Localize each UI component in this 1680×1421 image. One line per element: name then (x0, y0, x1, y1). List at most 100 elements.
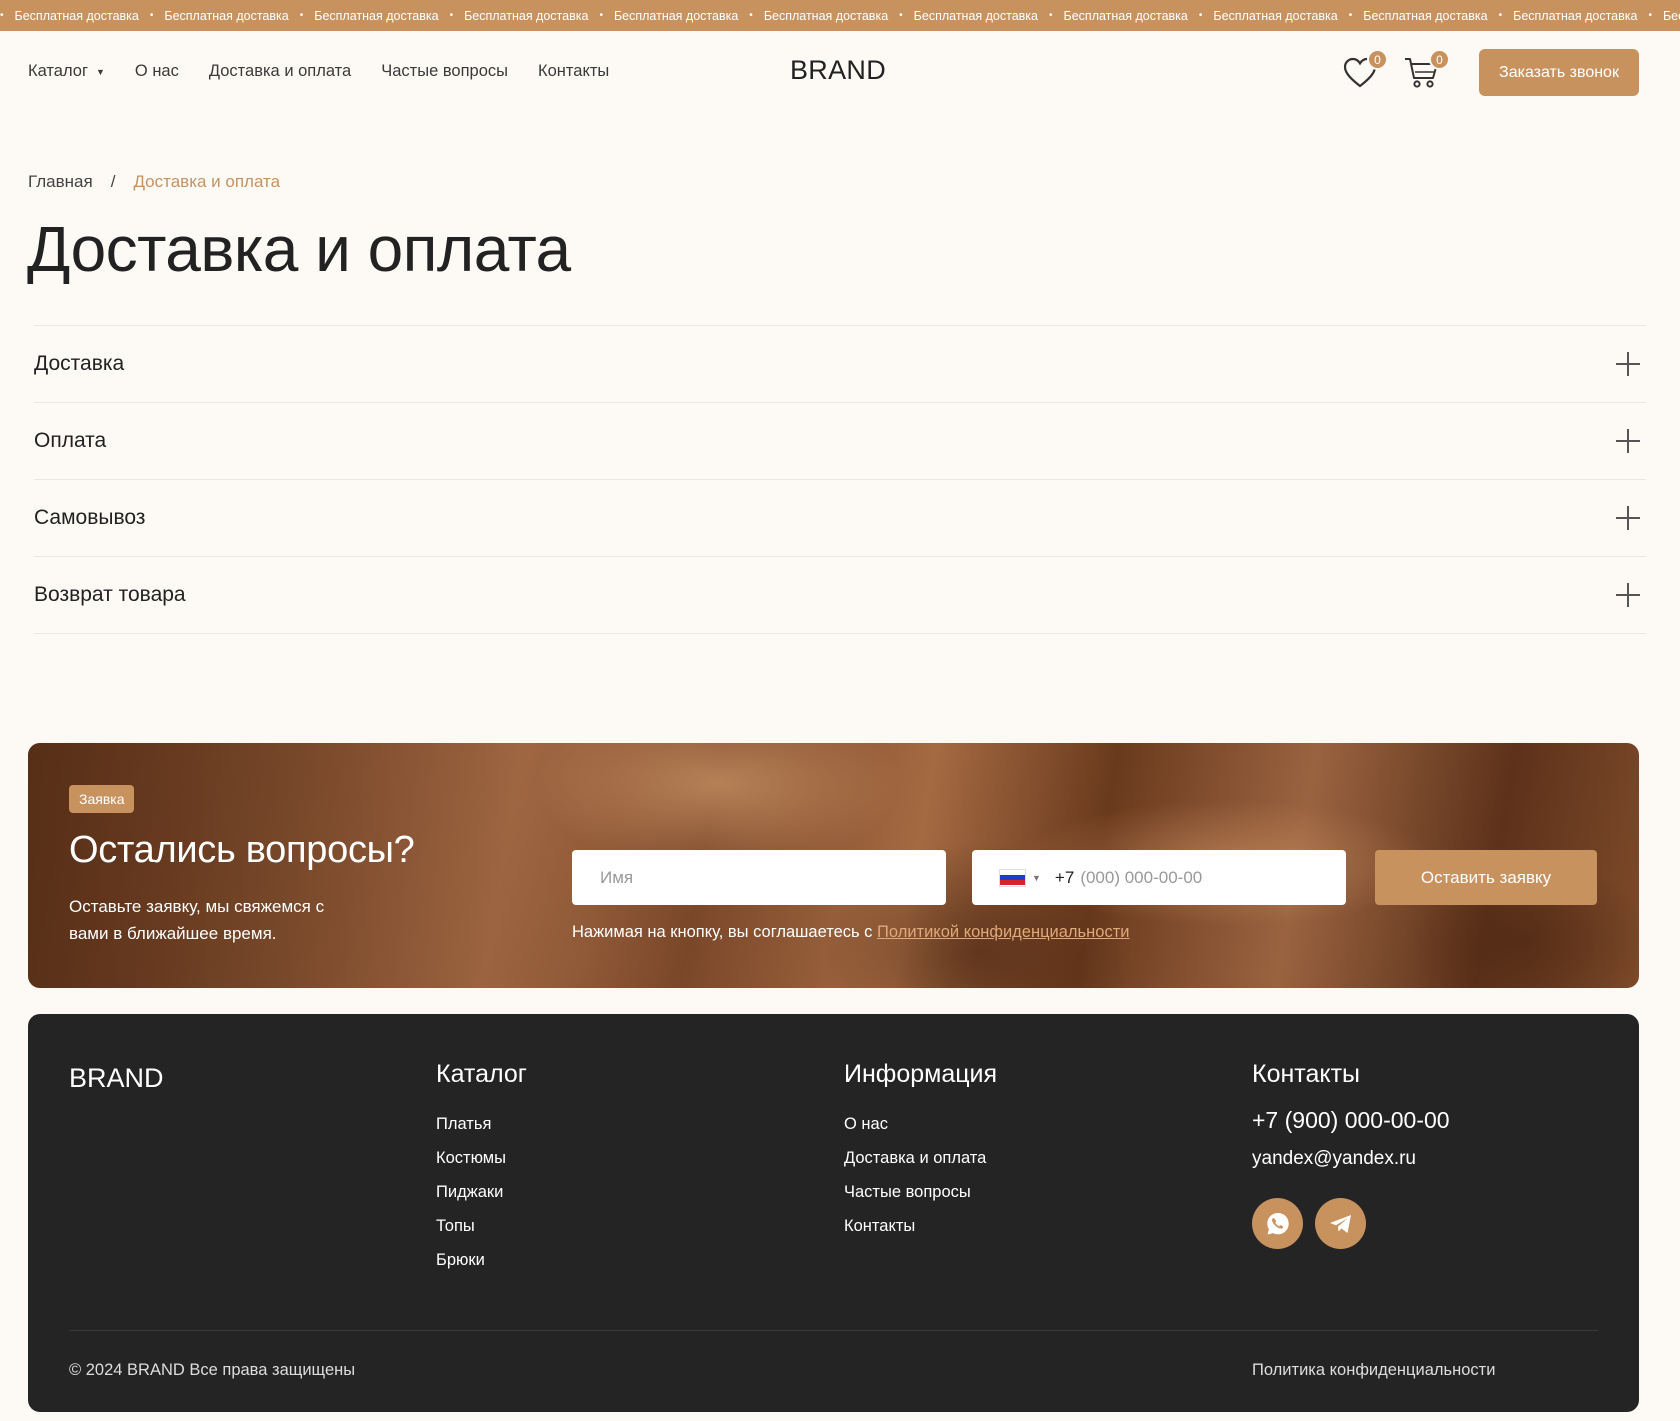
plus-icon[interactable] (1616, 352, 1640, 376)
site-footer: BRAND Каталог Платья Костюмы Пиджаки Топ… (28, 1014, 1639, 1412)
request-description: Оставьте заявку, мы свяжемся с вами в бл… (69, 897, 325, 943)
request-badge: Заявка (69, 785, 135, 813)
footer-info-title: Информация (844, 1060, 998, 1088)
request-banner: Заявка Остались вопросы? Оставьте заявку… (28, 743, 1639, 988)
accordion-item-payment[interactable]: Оплата (34, 403, 1646, 480)
order-call-button[interactable]: Заказать звонок (1479, 49, 1639, 96)
nav-faq[interactable]: Частые вопросы (381, 62, 508, 81)
consent-label: Нажимая на кнопку, вы соглашаетесь с (572, 923, 878, 941)
promo-ticker: • Бесплатная доставка • Бесплатная доставка… (0, 0, 1680, 31)
breadcrumb-separator: / (110, 172, 116, 191)
ticker-item: Бесплатная доставка (464, 8, 589, 23)
whatsapp-icon (1266, 1212, 1289, 1234)
footer-logo[interactable]: BRAND (69, 1063, 164, 1094)
footer-link-delivery[interactable]: Доставка и оплата (844, 1141, 997, 1175)
footer-link-contacts[interactable]: Контакты (844, 1209, 997, 1243)
ticker-separator: • (1348, 10, 1353, 21)
privacy-policy-link[interactable]: Политикой конфиденциальности (877, 923, 1129, 941)
ticker-separator: • (449, 10, 454, 21)
faq-accordion: Доставка Оплата Самовывоз Возврат товара (34, 325, 1646, 634)
footer-phone[interactable]: +7 (900) 000-00-00 (1252, 1107, 1450, 1134)
footer-catalog: Каталог Платья Костюмы Пиджаки Топы Брюк… (436, 1060, 527, 1277)
footer-link-tops[interactable]: Топы (436, 1209, 527, 1243)
nav-catalog[interactable]: Каталог ▼ (28, 62, 105, 81)
favorites-count-badge: 0 (1367, 49, 1388, 70)
ticker-item: Бесплатная доставка (314, 8, 439, 23)
ticker-separator: • (1648, 10, 1652, 21)
ticker-item: Бесплатная доставка (164, 8, 289, 23)
ticker-item: Бесплатная доставка (1063, 8, 1188, 23)
breadcrumb-home[interactable]: Главная (28, 172, 93, 192)
ticker-item: Бесплатная доставка (763, 8, 889, 23)
plus-icon[interactable] (1616, 429, 1640, 453)
ticker-separator: • (1049, 10, 1053, 21)
ticker-item: Бесплатн (1662, 8, 1680, 23)
phone-field[interactable]: ▼ +7 (000) 000-00-00 (972, 850, 1346, 905)
nav-catalog-label: Каталог (28, 62, 88, 80)
ticker-separator: • (749, 10, 753, 21)
ticker-item: Бесплатная доставка (913, 8, 1039, 23)
copyright: © 2024 BRAND Все права защищены (69, 1361, 356, 1379)
request-title: Остались вопросы? (69, 829, 415, 871)
plus-icon[interactable] (1616, 583, 1640, 607)
main-nav: Каталог ▼ О нас Доставка и оплата Частые … (28, 62, 639, 81)
favorites-button[interactable]: 0 (1340, 49, 1388, 93)
footer-email[interactable]: yandex@yandex.ru (1252, 1148, 1450, 1170)
footer-privacy-link[interactable]: Политика конфиденциальности (1252, 1361, 1495, 1380)
ticker-separator: • (149, 10, 154, 21)
ticker-item: Бесплатная доставка (613, 8, 739, 23)
caret-down-icon: ▼ (95, 66, 105, 77)
ticker-item: Бесплатная доставка (1513, 8, 1638, 23)
footer-link-suits[interactable]: Костюмы (436, 1141, 527, 1175)
accordion-item-delivery[interactable]: Доставка (34, 326, 1646, 403)
footer-link-jackets[interactable]: Пиджаки (436, 1175, 527, 1209)
caret-down-icon[interactable]: ▼ (1032, 873, 1041, 883)
submit-request-button[interactable]: Оставить заявку (1375, 850, 1597, 905)
nav-delivery[interactable]: Доставка и оплата (209, 62, 351, 81)
accordion-label: Самовывоз (34, 506, 146, 529)
ticker-track: • Бесплатная доставка • Бесплатная доставка… (0, 0, 1680, 31)
page-title: Доставка и оплата (27, 213, 571, 285)
plus-icon[interactable] (1616, 506, 1640, 530)
ticker-separator: • (599, 10, 603, 21)
social-links (1252, 1198, 1450, 1249)
ticker-separator: • (899, 10, 903, 21)
breadcrumb: Главная / Доставка и оплата (28, 172, 280, 192)
telegram-button[interactable] (1315, 1198, 1366, 1249)
breadcrumb-current: Доставка и оплата (133, 172, 281, 191)
footer-link-about[interactable]: О нас (844, 1107, 997, 1141)
accordion-label: Оплата (34, 429, 107, 452)
name-field[interactable]: Имя (572, 850, 946, 905)
site-header: Каталог ▼ О нас Доставка и оплата Частые … (0, 31, 1680, 113)
phone-placeholder: (000) 000-00-00 (1080, 867, 1203, 887)
header-logo[interactable]: BRAND (790, 55, 886, 86)
whatsapp-button[interactable] (1252, 1198, 1303, 1249)
cart-count-badge: 0 (1429, 49, 1450, 70)
accordion-label: Доставка (34, 352, 125, 375)
ticker-separator: • (0, 10, 4, 21)
ticker-item: Бесплатная доставка (1213, 8, 1338, 23)
ticker-item: Бесплатная доставка (14, 8, 139, 23)
footer-divider (69, 1330, 1598, 1331)
footer-contacts-title: Контакты (1252, 1060, 1360, 1088)
footer-info: Информация О нас Доставка и оплата Часты… (844, 1060, 997, 1243)
flag-ru-icon[interactable] (999, 868, 1026, 887)
cart-button[interactable]: 0 (1402, 49, 1450, 93)
accordion-item-returns[interactable]: Возврат товара (34, 557, 1646, 634)
nav-contacts[interactable]: Контакты (538, 62, 609, 81)
footer-catalog-title: Каталог (436, 1060, 527, 1088)
ticker-separator: • (1498, 10, 1503, 21)
telegram-icon (1329, 1214, 1351, 1233)
ticker-item: Бесплатная доставка (1363, 8, 1488, 23)
name-placeholder: Имя (600, 867, 634, 887)
footer-link-dresses[interactable]: Платья (436, 1107, 527, 1141)
ticker-separator: • (299, 10, 304, 21)
footer-link-trousers[interactable]: Брюки (436, 1243, 527, 1277)
ticker-separator: • (1198, 10, 1203, 21)
phone-prefix: +7 (1054, 867, 1075, 887)
accordion-label: Возврат товара (34, 583, 186, 606)
nav-about[interactable]: О нас (135, 62, 179, 81)
accordion-item-pickup[interactable]: Самовывоз (34, 480, 1646, 557)
footer-contacts: Контакты +7 (900) 000-00-00 yandex@yande… (1252, 1060, 1450, 1249)
footer-link-faq[interactable]: Частые вопросы (844, 1175, 997, 1209)
